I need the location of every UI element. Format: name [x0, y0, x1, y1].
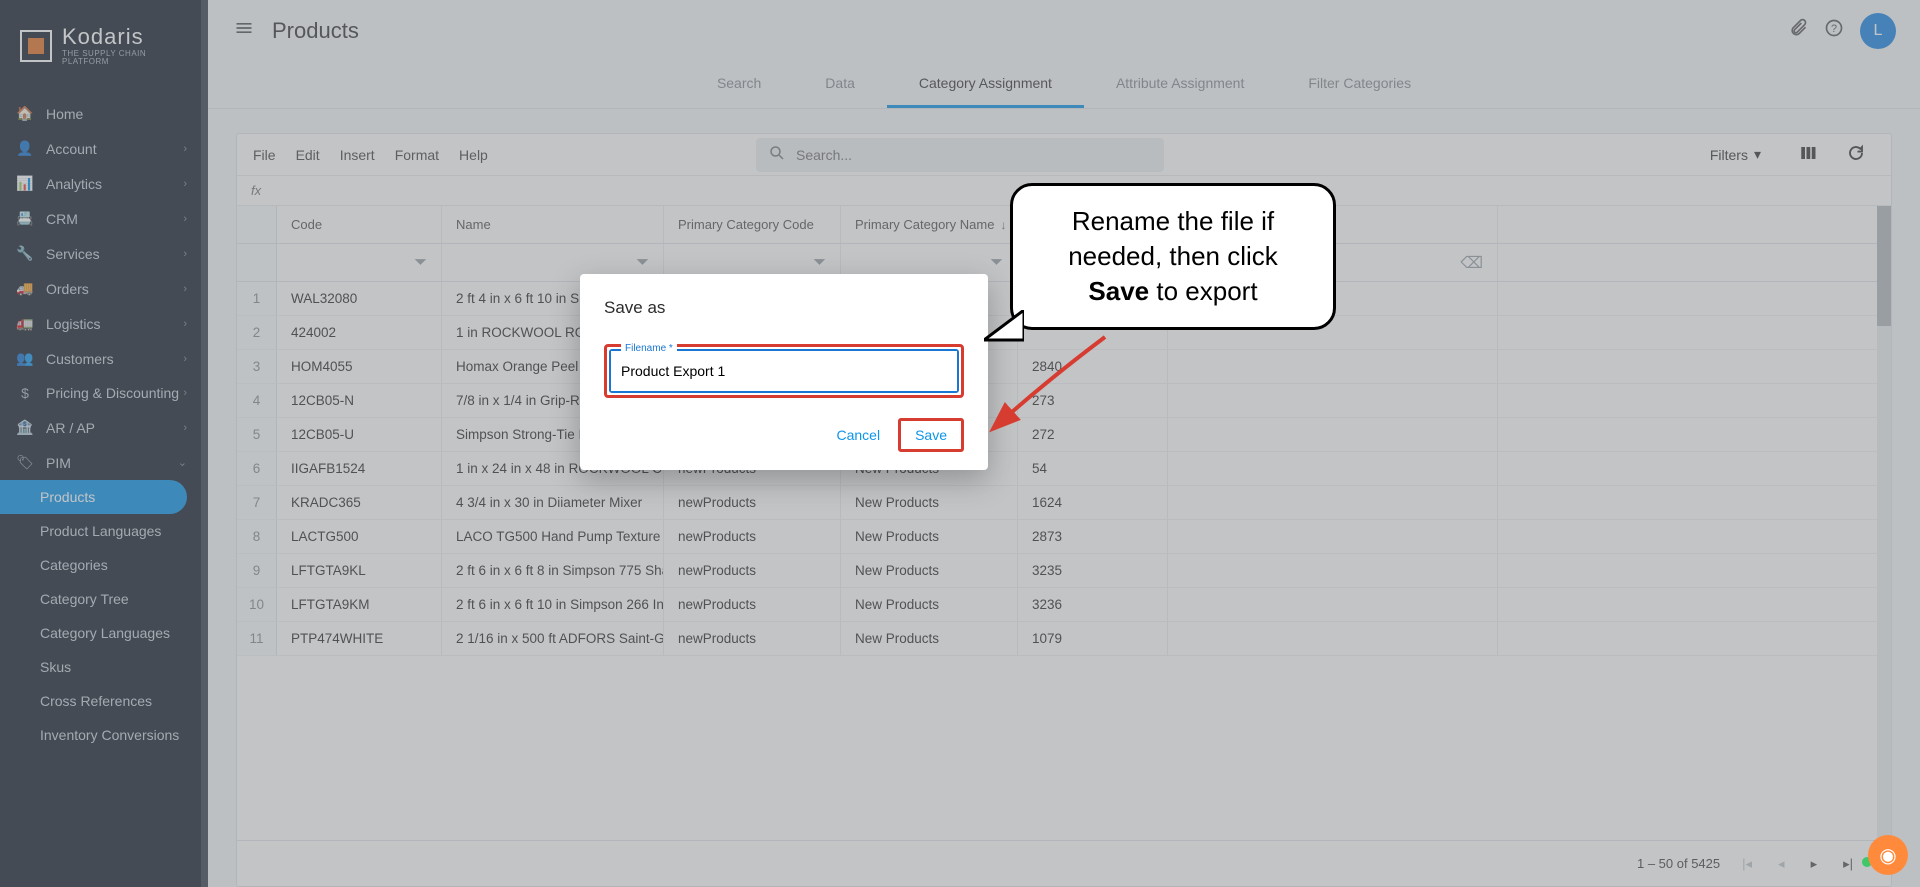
callout-line1: Rename the file if: [1072, 206, 1274, 236]
callout-tail-icon: [984, 310, 1024, 350]
filename-label: Filename *: [621, 343, 677, 354]
callout-line3: to export: [1149, 276, 1257, 306]
dialog-title: Save as: [604, 298, 964, 318]
save-as-dialog: Save as Filename * Cancel Save: [580, 274, 988, 470]
cancel-button[interactable]: Cancel: [822, 418, 894, 452]
filename-field-highlight: Filename *: [604, 344, 964, 398]
chat-widget[interactable]: ◉: [1868, 835, 1908, 875]
save-button[interactable]: Save: [898, 418, 964, 452]
callout-line2: needed, then click: [1068, 241, 1278, 271]
callout-bold: Save: [1088, 276, 1149, 306]
annotation-callout: Rename the file if needed, then click Sa…: [1010, 183, 1336, 330]
filename-input[interactable]: [611, 351, 957, 391]
